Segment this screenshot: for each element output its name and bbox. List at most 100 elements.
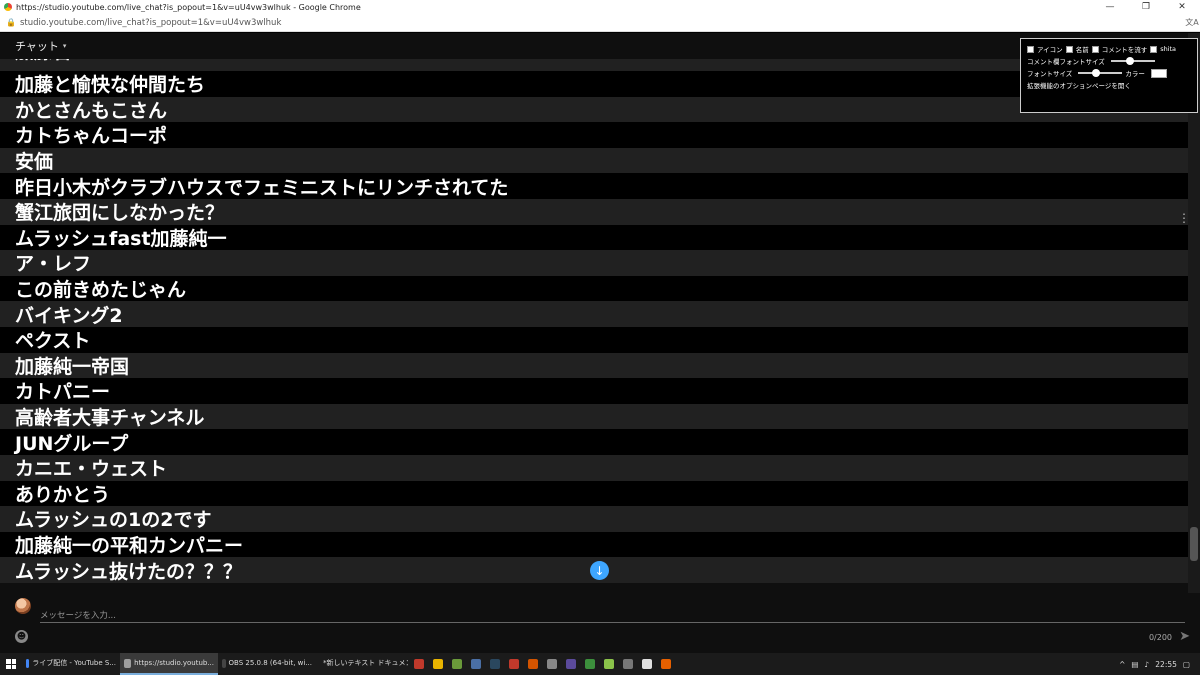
firefox-icon[interactable] <box>661 659 671 669</box>
app-icon[interactable] <box>414 659 424 669</box>
app-icon[interactable] <box>547 659 557 669</box>
obs-icon <box>222 658 226 668</box>
app-icon[interactable] <box>471 659 481 669</box>
chrome-window-icon <box>124 658 132 668</box>
chat-message[interactable]: ムラッシュfast加藤純一 <box>0 224 1188 251</box>
font-size-label: フォントサイズ <box>1027 70 1073 78</box>
message-input[interactable]: メッセージを入力... <box>40 607 1185 623</box>
app-icon[interactable] <box>604 659 614 669</box>
url-text[interactable]: studio.youtube.com/live_chat?is_popout=1… <box>20 18 1184 28</box>
chat-message-text: 蟹江旅団にしなかった？ <box>15 202 225 225</box>
steam-icon[interactable] <box>490 659 500 669</box>
chat-message-text: ペクスト <box>15 330 91 353</box>
icon-checkbox[interactable] <box>1027 45 1034 53</box>
app-icon[interactable] <box>528 659 538 669</box>
flow-comments-label: コメントを流す <box>1101 46 1148 54</box>
slider-knob[interactable] <box>1091 69 1100 77</box>
chat-message-text: 高齢者大事チャンネル <box>15 407 205 430</box>
chat-message-text: 加藤と愉快な仲間たち <box>15 74 206 97</box>
message-input-placeholder[interactable]: メッセージを入力... <box>40 609 116 621</box>
chat-message[interactable]: 加藤と愉快な仲間たち <box>0 71 1188 97</box>
live-chat-panel: チャット ▾ 加藤曾加藤と愉快な仲間たちかとさんもこさんカトちゃんコーポ安価昨日… <box>0 33 1200 653</box>
color-label: カラー <box>1125 70 1145 78</box>
chat-message[interactable]: かとさんもこさん <box>0 96 1188 123</box>
comment-font-size-label: コメント欄フォントサイズ <box>1027 58 1105 66</box>
icon-checkbox-label: アイコン <box>1037 46 1063 54</box>
windows-taskbar: ライブ配信 - YouTube S... https://studio.youtu… <box>0 653 1200 675</box>
app-icon[interactable] <box>452 659 462 669</box>
chat-message-list: 加藤曾加藤と愉快な仲間たちかとさんもこさんカトちゃんコーポ安価昨日小木がクラブハ… <box>0 59 1188 589</box>
network-icon[interactable]: ▤ <box>1131 660 1138 669</box>
chat-message[interactable]: カニエ・ウェスト <box>0 454 1188 481</box>
minimize-button[interactable]: — <box>1092 0 1128 14</box>
chat-mode-label[interactable]: チャット <box>15 38 59 54</box>
slider-knob[interactable] <box>1126 57 1135 65</box>
app-icon[interactable] <box>566 659 576 669</box>
chat-message-text: 安価 <box>15 151 54 174</box>
notification-icon[interactable]: ▢ <box>1183 660 1190 669</box>
translate-icon[interactable]: 文A <box>1184 17 1200 28</box>
folder-icon[interactable] <box>433 659 443 669</box>
chat-message-text: ムラッシュ抜けたの？？？ <box>15 560 243 583</box>
chat-message[interactable]: 蟹江旅団にしなかった？ <box>0 198 1188 225</box>
lock-icon[interactable]: 🔒 <box>6 18 16 27</box>
chat-message-text: 加藤純一の平和カンパニー <box>15 534 244 557</box>
chat-message[interactable]: ありかとう <box>0 480 1188 507</box>
taskbar-task[interactable]: *新しいテキスト ドキュメン... <box>316 653 408 675</box>
chat-message-text: カニエ・ウェスト <box>15 458 168 481</box>
color-picker[interactable] <box>1150 68 1167 78</box>
chat-message-text: 昨日小木がクラブハウスでフェミニストにリンチされてた <box>15 176 509 199</box>
taskbar-task[interactable]: OBS 25.0.8 (64-bit, wi... <box>218 653 316 675</box>
chat-input-area: メッセージを入力... ☻ 0/200 ➤ <box>0 593 1200 653</box>
send-icon[interactable]: ➤ <box>1179 629 1190 644</box>
chat-message[interactable]: ムラッシュの1の2です <box>0 506 1188 532</box>
close-button[interactable]: ✕ <box>1164 0 1200 14</box>
chat-message[interactable]: ペクスト <box>0 326 1188 353</box>
app-icon[interactable] <box>509 659 519 669</box>
volume-icon[interactable]: ♪ <box>1144 660 1149 669</box>
chat-header[interactable]: チャット ▾ <box>0 33 1188 59</box>
chat-message[interactable]: ア・レフ <box>0 250 1188 276</box>
app-icon[interactable] <box>623 659 633 669</box>
font-size-slider[interactable] <box>1078 69 1123 77</box>
taskbar-tasks: ライブ配信 - YouTube S... https://studio.youtu… <box>22 653 408 675</box>
start-button[interactable] <box>0 653 22 675</box>
chat-message[interactable]: 高齢者大事チャンネル <box>0 403 1188 430</box>
chat-message[interactable]: 昨日小木がクラブハウスでフェミニストにリンチされてた <box>0 173 1188 199</box>
name-checkbox[interactable] <box>1065 45 1073 53</box>
tray-overflow-icon[interactable]: ^ <box>1119 660 1125 669</box>
taskbar-task[interactable]: ライブ配信 - YouTube S... <box>22 653 120 675</box>
app-icon[interactable] <box>585 659 595 669</box>
char-counter: 0/200 <box>1148 633 1172 642</box>
chrome-logo-icon <box>4 3 12 11</box>
chat-message-text: ムラッシュの1の2です <box>15 509 212 532</box>
taskbar-task[interactable]: https://studio.youtub... <box>120 653 218 675</box>
comment-font-size-slider[interactable] <box>1110 57 1155 65</box>
chat-message[interactable]: 安価 <box>0 147 1188 174</box>
taskbar-task-label: OBS 25.0.8 (64-bit, wi... <box>228 659 312 667</box>
app-icon[interactable] <box>642 659 652 669</box>
chat-message[interactable]: バイキング2 <box>0 301 1188 327</box>
chat-message-text: ア・レフ <box>15 253 92 276</box>
clock[interactable]: 22:55 <box>1155 660 1177 669</box>
restore-button[interactable]: ❐ <box>1128 0 1164 14</box>
address-bar[interactable]: 🔒 studio.youtube.com/live_chat?is_popout… <box>0 14 1200 32</box>
chat-message[interactable]: カトパニー <box>0 378 1188 404</box>
chat-message[interactable]: カトちゃんコーポ <box>0 122 1188 148</box>
chat-message[interactable]: JUNグループ <box>0 429 1188 455</box>
shita-label: shita <box>1160 45 1177 53</box>
chat-message[interactable]: 加藤曾 <box>0 59 1188 71</box>
chat-message[interactable]: 加藤純一帝国 <box>0 352 1188 379</box>
scrollbar-thumb[interactable] <box>1190 527 1198 561</box>
options-page-link[interactable]: 拡張機能のオプションページを開く <box>1027 80 1131 90</box>
chat-message[interactable]: 加藤純一の平和カンパニー <box>0 531 1188 558</box>
chat-message[interactable]: この前きめたじゃん <box>0 275 1188 302</box>
chat-scrollbar[interactable] <box>1188 33 1200 593</box>
shita-checkbox[interactable] <box>1150 45 1158 53</box>
emoji-icon[interactable]: ☻ <box>15 630 28 643</box>
flow-comments-checkbox[interactable] <box>1091 45 1099 53</box>
chat-message-text: この前きめたじゃん <box>15 279 187 302</box>
taskbar-task-label: https://studio.youtub... <box>134 659 214 667</box>
jump-to-bottom-button[interactable]: ↓ <box>590 561 609 580</box>
chevron-down-icon[interactable]: ▾ <box>63 42 67 50</box>
